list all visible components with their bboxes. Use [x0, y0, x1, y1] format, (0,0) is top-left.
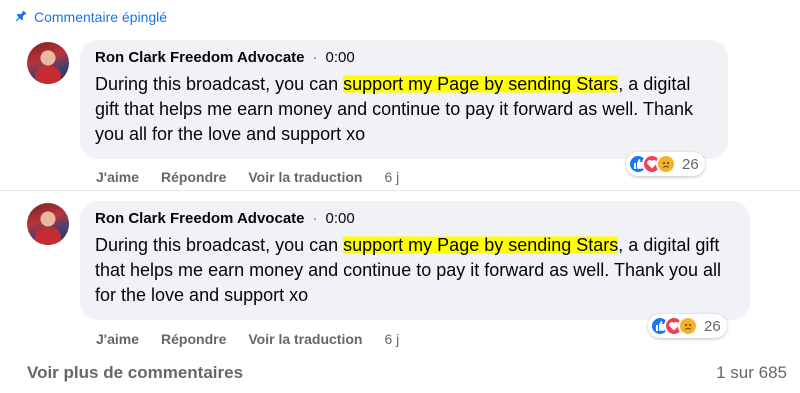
comment-author[interactable]: Ron Clark Freedom Advocate [95, 48, 305, 68]
comment-author[interactable]: Ron Clark Freedom Advocate [95, 209, 305, 229]
comment-text-highlight: support my Page by sending Stars [343, 74, 619, 94]
comments-footer: Voir plus de commentaires 1 sur 685 [27, 363, 787, 383]
view-more-comments-button[interactable]: Voir plus de commentaires [27, 363, 243, 383]
separator-dot: · [312, 210, 318, 227]
see-translation-button[interactable]: Voir la traduction [248, 167, 362, 187]
comment-actions: J'aime Répondre Voir la traduction 6 j [96, 329, 399, 349]
comment-age[interactable]: 6 j [384, 329, 399, 349]
reactions-summary[interactable]: 26 [648, 314, 727, 338]
comment-bubble: Ron Clark Freedom Advocate · 0:00 During… [80, 40, 728, 159]
like-button[interactable]: J'aime [96, 329, 139, 349]
reaction-count: 26 [704, 317, 721, 335]
comment-text: During this broadcast, you can support m… [95, 233, 738, 308]
reaction-count: 26 [682, 155, 699, 173]
pinned-label: Commentaire épinglé [34, 9, 168, 25]
avatar[interactable] [27, 203, 69, 245]
avatar[interactable] [27, 42, 69, 84]
sad-icon [678, 316, 698, 336]
see-translation-button[interactable]: Voir la traduction [248, 329, 362, 349]
reply-button[interactable]: Répondre [161, 167, 226, 187]
pagination-indicator: 1 sur 685 [716, 363, 787, 382]
comment-text-highlight: support my Page by sending Stars [343, 235, 619, 255]
comment-actions: J'aime Répondre Voir la traduction 6 j [96, 167, 399, 187]
comment-timestamp[interactable]: 0:00 [326, 48, 355, 68]
comment-text-part: During this broadcast, you can [95, 74, 344, 94]
comment-text-part: During this broadcast, you can [95, 235, 344, 255]
comment-timestamp[interactable]: 0:00 [326, 209, 355, 229]
reply-button[interactable]: Répondre [161, 329, 226, 349]
like-button[interactable]: J'aime [96, 167, 139, 187]
separator-dot: · [312, 49, 318, 66]
comment-age[interactable]: 6 j [384, 167, 399, 187]
comment-text: During this broadcast, you can support m… [95, 72, 716, 147]
reactions-summary[interactable]: 26 [626, 152, 705, 176]
comment-bubble: Ron Clark Freedom Advocate · 0:00 During… [80, 201, 750, 320]
pinned-comment-header: Commentaire épinglé [14, 8, 167, 26]
divider [0, 190, 800, 191]
pin-icon [14, 9, 28, 26]
sad-icon [656, 154, 676, 174]
